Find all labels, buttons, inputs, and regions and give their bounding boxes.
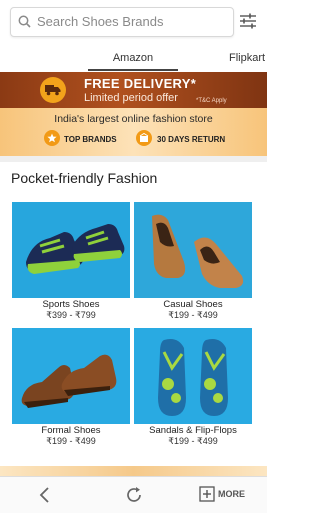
product-price: ₹399 - ₹799 [46,310,96,320]
section-title: Pocket-friendly Fashion [11,170,158,186]
tab-flipkart[interactable]: Flipkart [229,52,265,64]
product-card-sandals-flip-flops[interactable]: Sandals & Flip-Flops ₹199 - ₹499 [134,328,252,454]
product-card-sports-shoes[interactable]: Sports Shoes ₹399 - ₹799 [12,202,130,328]
promo-title: FREE DELIVERY* [84,76,197,91]
back-arrow-icon[interactable] [36,486,54,504]
product-price: ₹199 - ₹499 [168,310,218,320]
search-bar [0,0,267,44]
bottom-nav: MORE [0,476,267,513]
sports-shoes-image [12,202,130,298]
active-tab-indicator [88,69,178,71]
reload-icon[interactable] [124,485,144,505]
top-brands-icon [44,130,60,146]
return-box-icon [136,130,152,146]
product-name: Sandals & Flip-Flops [149,425,237,436]
product-name: Sports Shoes [42,299,100,310]
badge-top-brands: TOP BRANDS [64,135,117,144]
bottom-banner-strip [0,466,267,476]
product-card-formal-shoes[interactable]: Formal Shoes ₹199 - ₹499 [12,328,130,454]
free-delivery-banner[interactable]: FREE DELIVERY* Limited period offer *T&C… [0,72,267,108]
terms-note: *T&C Apply [196,98,227,104]
section-divider [0,156,267,162]
store-tagline: India's largest online fashion store [54,113,213,125]
casual-shoes-image [134,202,252,298]
promo-subtitle: Limited period offer [84,92,178,104]
badge-30-days-return: 30 DAYS RETURN [157,135,226,144]
search-box[interactable] [10,7,234,37]
formal-shoes-image [12,328,130,424]
product-price: ₹199 - ₹499 [168,436,218,446]
fashion-store-banner[interactable]: India's largest online fashion store TOP… [0,108,267,156]
truck-icon [40,77,66,103]
sandals-image [134,328,252,424]
search-input[interactable] [37,11,227,31]
plus-box-icon [199,486,215,502]
product-name: Formal Shoes [41,425,101,436]
store-tabs: Amazon Flipkart [0,44,267,73]
tab-amazon[interactable]: Amazon [100,52,166,64]
product-card-casual-shoes[interactable]: Casual Shoes ₹199 - ₹499 [134,202,252,328]
filter-icon[interactable] [238,11,258,31]
product-name: Casual Shoes [163,299,223,310]
more-label: MORE [218,489,245,499]
search-icon [18,15,31,28]
product-price: ₹199 - ₹499 [46,436,96,446]
